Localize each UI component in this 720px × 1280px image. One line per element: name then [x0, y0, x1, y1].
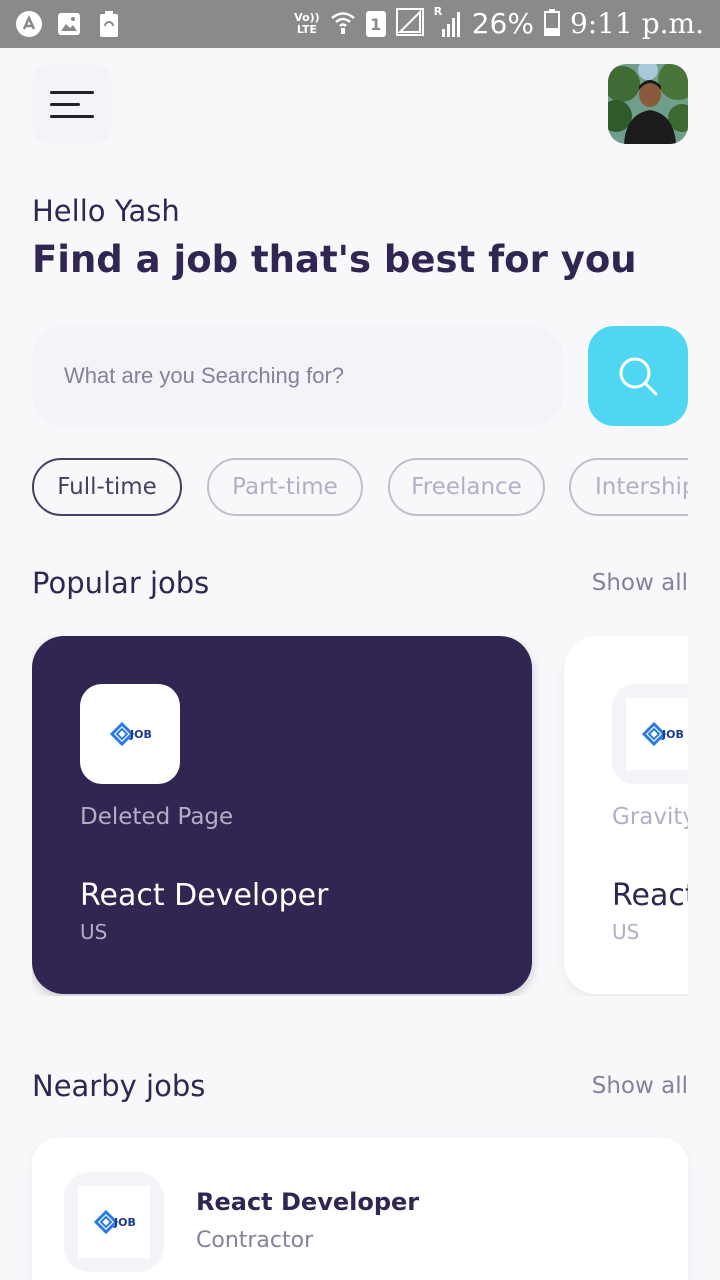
job-type: Contractor [196, 1228, 314, 1253]
company-name: Deleted Page [80, 804, 234, 830]
signal-empty-icon [395, 8, 424, 40]
app-notification-icon [14, 9, 44, 39]
tab-freelance[interactable]: Freelance [388, 458, 545, 516]
page-title: Find a job that's best for you [32, 238, 637, 281]
svg-text:JOB: JOB [113, 1216, 136, 1229]
company-logo: JOB [80, 684, 180, 784]
company-logo: JOB [64, 1172, 164, 1272]
job-location: US [80, 920, 108, 944]
sim-indicator: 1 [365, 11, 386, 37]
profile-avatar[interactable] [608, 64, 688, 144]
search-icon [619, 357, 658, 396]
nearby-job-card[interactable]: JOB React Developer Contractor [32, 1138, 688, 1280]
signal-bars-icon: R [434, 5, 462, 39]
wifi-icon [330, 9, 356, 39]
gallery-notification-icon [54, 9, 84, 39]
search-button[interactable] [588, 326, 688, 426]
job-title: React Developer [196, 1188, 420, 1216]
popular-job-card[interactable]: JOB Deleted Page React Developer US [32, 636, 532, 994]
battery-percent: 26% [471, 7, 534, 40]
tab-internship[interactable]: Intership [569, 458, 688, 516]
popular-jobs-title: Popular jobs [32, 566, 210, 600]
job-logo-icon: JOB [93, 1209, 136, 1235]
job-title: React Developer [80, 878, 329, 913]
job-location: US [612, 920, 640, 944]
job-logo-icon: JOB [641, 721, 684, 747]
clock: 9:11 p.m. [569, 7, 704, 40]
battery-icon [543, 8, 560, 40]
search-box [32, 326, 564, 426]
tab-full-time[interactable]: Full-time [32, 458, 182, 516]
job-logo-icon: JOB [109, 721, 152, 747]
svg-text:JOB: JOB [129, 728, 152, 741]
greeting-text: Hello Yash [32, 194, 180, 228]
nearby-jobs-title: Nearby jobs [32, 1069, 206, 1103]
popular-jobs-carousel[interactable]: JOB Deleted Page React Developer US JOB … [32, 636, 688, 996]
nearby-show-all-link[interactable]: Show all [592, 1073, 688, 1099]
job-title: React Developer [612, 878, 688, 913]
job-type-tabs: Full-time Part-time Freelance Intership [32, 458, 688, 518]
menu-button[interactable] [32, 64, 112, 144]
company-name: Gravity [612, 804, 688, 830]
popular-job-card[interactable]: JOB Gravity React Developer US [564, 636, 688, 994]
search-input[interactable] [64, 354, 534, 398]
svg-text:JOB: JOB [661, 728, 684, 741]
company-logo: JOB [612, 684, 688, 784]
popular-show-all-link[interactable]: Show all [592, 570, 688, 596]
volte-indicator: Vo)) LTE [294, 11, 320, 36]
status-bar: Vo)) LTE 1 R 26% 9:11 p.m. [0, 0, 720, 48]
battery-saver-icon [94, 9, 124, 39]
menu-icon [50, 90, 94, 94]
tab-part-time[interactable]: Part-time [207, 458, 363, 516]
